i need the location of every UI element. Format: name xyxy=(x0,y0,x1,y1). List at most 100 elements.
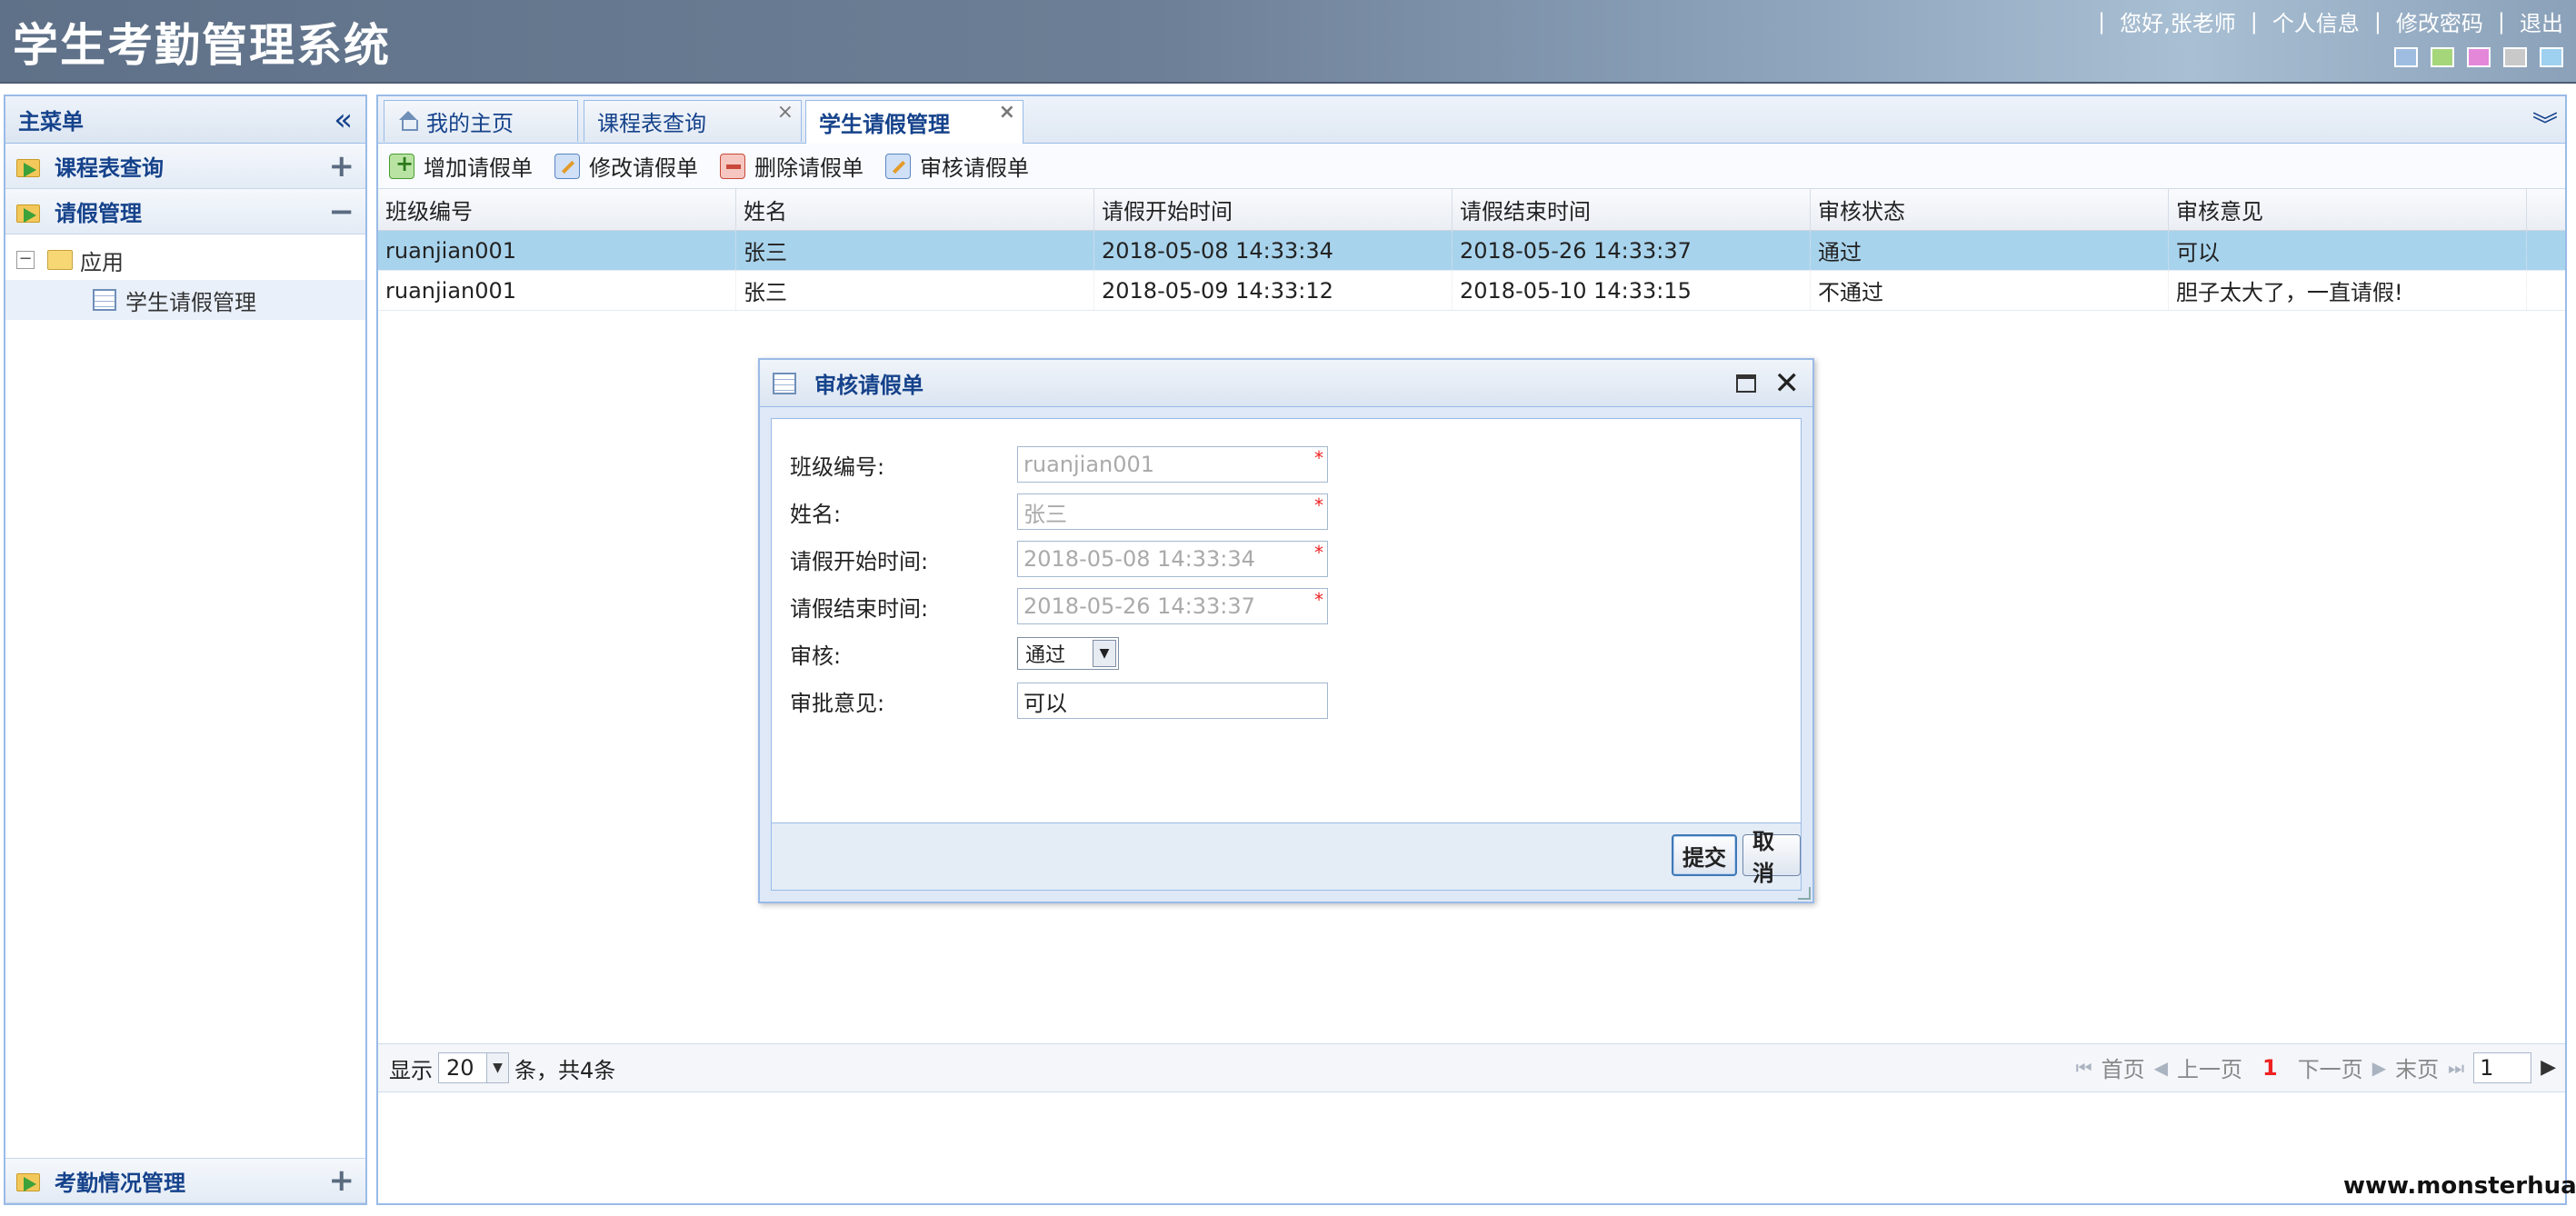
form-row-name: 姓名: 张三 * xyxy=(790,493,1328,530)
close-icon[interactable]: × xyxy=(999,101,1015,124)
page-size-value: 20 xyxy=(446,1055,474,1081)
chevron-down-icon: ▼ xyxy=(486,1053,508,1082)
edit-icon xyxy=(554,153,580,179)
form-row-opinion: 审批意见: 可以 xyxy=(790,683,1328,719)
last-page-icon: ⏭ xyxy=(2448,1056,2465,1079)
table-row[interactable]: ruanjian001 张三 2018-05-09 14:33:12 2018-… xyxy=(378,271,2565,311)
tree-node-app[interactable]: − 应用 xyxy=(5,240,365,280)
class-id-field[interactable]: ruanjian001 * xyxy=(1017,446,1328,483)
field-value: 2018-05-08 14:33:34 xyxy=(1023,546,1255,572)
collapse-minus-icon[interactable]: − xyxy=(329,196,355,227)
sidebar-section-schedule[interactable]: 课程表查询 + xyxy=(5,144,365,189)
grid-icon xyxy=(93,289,116,311)
required-mark: * xyxy=(1314,494,1323,516)
separator: | xyxy=(2097,8,2106,35)
grid-icon xyxy=(773,372,796,394)
column-header[interactable]: 审核意见 xyxy=(2169,189,2527,230)
review-leave-label: 审核请假单 xyxy=(920,155,1029,181)
sidebar-section-attendance[interactable]: 考勤情况管理 + xyxy=(5,1158,365,1203)
menu-tree: − 应用 学生请假管理 xyxy=(5,234,365,325)
go-arrow-icon[interactable]: ▶ xyxy=(2541,1056,2556,1079)
field-value: 张三 xyxy=(1023,501,1067,527)
delete-icon xyxy=(720,153,745,179)
theme-pink-swatch[interactable] xyxy=(2467,47,2491,67)
cancel-button[interactable]: 取消 xyxy=(1742,829,1801,886)
page-size-select[interactable]: 20 ▼ xyxy=(438,1052,509,1083)
tree-node-student-leave[interactable]: 学生请假管理 xyxy=(5,280,365,320)
column-header[interactable]: 姓名 xyxy=(736,189,1094,230)
sidebar-section-leave[interactable]: 请假管理 − xyxy=(5,189,365,234)
watermark: www.monsterhua.com xyxy=(2343,1172,2576,1200)
review-leave-button[interactable]: 审核请假单 xyxy=(885,150,1029,182)
last-page-button[interactable]: 末页 xyxy=(2395,1052,2439,1083)
opinion-input[interactable]: 可以 xyxy=(1017,683,1328,719)
review-status-select[interactable]: 通过 ▼ xyxy=(1017,637,1119,670)
field-value: ruanjian001 xyxy=(1023,452,1155,477)
edit-leave-button[interactable]: 修改请假单 xyxy=(554,150,698,182)
collapse-left-icon[interactable]: « xyxy=(334,105,353,135)
theme-green-swatch[interactable] xyxy=(2431,47,2454,67)
field-label: 审批意见: xyxy=(790,690,885,716)
table-row[interactable]: ruanjian001 张三 2018-05-08 14:33:34 2018-… xyxy=(378,231,2565,271)
logout-link[interactable]: 退出 xyxy=(2520,5,2563,37)
page-number-input[interactable]: 1 xyxy=(2473,1052,2532,1083)
start-time-field[interactable]: 2018-05-08 14:33:34 * xyxy=(1017,541,1328,577)
table-cell: 2018-05-10 14:33:15 xyxy=(1453,271,1811,310)
submit-button[interactable]: 提交 xyxy=(1672,834,1737,876)
tree-collapse-icon[interactable]: − xyxy=(16,251,35,269)
table-cell: 胆子太大了，一直请假! xyxy=(2169,271,2527,310)
separator: | xyxy=(2497,8,2505,35)
table-cell: 通过 xyxy=(1811,231,2169,270)
theme-light-blue-swatch[interactable] xyxy=(2540,47,2563,67)
student-name-field[interactable]: 张三 * xyxy=(1017,493,1328,530)
required-mark: * xyxy=(1314,542,1323,563)
theme-gray-swatch[interactable] xyxy=(2503,47,2527,67)
profile-link[interactable]: 个人信息 xyxy=(2272,5,2360,37)
delete-leave-button[interactable]: 删除请假单 xyxy=(720,150,864,182)
app-title: 学生考勤管理系统 xyxy=(13,19,391,72)
greeting-text: 您好,张老师 xyxy=(2120,11,2236,36)
dialog-title: 审核请假单 xyxy=(814,373,924,398)
column-header[interactable]: 审核状态 xyxy=(1811,189,2169,230)
review-dialog: 审核请假单 ✕ 班级编号: ruanjian001 * 姓名: 张三 * 请假开… xyxy=(758,358,1814,903)
form-row-class-id: 班级编号: ruanjian001 * xyxy=(790,446,1328,483)
table-cell: 2018-05-26 14:33:37 xyxy=(1453,231,1811,270)
field-label: 请假结束时间: xyxy=(790,595,929,622)
resize-handle-icon[interactable] xyxy=(1798,887,1811,900)
change-password-link[interactable]: 修改密码 xyxy=(2396,5,2483,37)
prev-page-button[interactable]: 上一页 xyxy=(2177,1052,2242,1083)
add-icon xyxy=(389,151,414,179)
first-page-button[interactable]: 首页 xyxy=(2102,1052,2145,1083)
separator: | xyxy=(2373,8,2381,35)
maximize-icon[interactable] xyxy=(1735,374,1756,393)
current-page: 1 xyxy=(2261,1054,2278,1081)
expand-plus-icon[interactable]: + xyxy=(329,1165,355,1196)
review-icon xyxy=(885,153,911,179)
end-time-field[interactable]: 2018-05-26 14:33:37 * xyxy=(1017,588,1328,624)
close-icon[interactable]: × xyxy=(777,101,794,124)
top-links: | 您好,张老师 | 个人信息 | 修改密码 | 退出 xyxy=(2083,5,2563,37)
form-row-start-time: 请假开始时间: 2018-05-08 14:33:34 * xyxy=(790,541,1328,577)
tree-node-label: 学生请假管理 xyxy=(125,289,256,315)
tab-schedule[interactable]: 课程表查询 × xyxy=(584,100,802,142)
tree-node-label: 应用 xyxy=(80,249,124,275)
tab-home[interactable]: 我的主页 xyxy=(384,100,578,142)
table-cell: 不通过 xyxy=(1811,271,2169,310)
column-header[interactable]: 请假开始时间 xyxy=(1094,189,1453,230)
dialog-form: 班级编号: ruanjian001 * 姓名: 张三 * 请假开始时间: 201… xyxy=(771,418,1802,823)
tab-student-leave[interactable]: 学生请假管理 × xyxy=(805,100,1023,144)
table-cell: 2018-05-08 14:33:34 xyxy=(1094,231,1453,270)
theme-blue-swatch[interactable] xyxy=(2394,47,2418,67)
expand-plus-icon[interactable]: + xyxy=(329,151,355,182)
tab-label: 课程表查询 xyxy=(597,111,706,136)
sidebar-header: 主菜单 « xyxy=(5,96,365,144)
next-page-button[interactable]: 下一页 xyxy=(2298,1052,2363,1083)
table-cell: 可以 xyxy=(2169,231,2527,270)
close-icon[interactable]: ✕ xyxy=(1774,368,1801,399)
dialog-header[interactable]: 审核请假单 ✕ xyxy=(760,360,1812,407)
column-header[interactable]: 请假结束时间 xyxy=(1453,189,1811,230)
add-leave-button[interactable]: 增加请假单 xyxy=(389,150,533,182)
app-header: 学生考勤管理系统 | 您好,张老师 | 个人信息 | 修改密码 | 退出 xyxy=(0,0,2576,84)
column-header[interactable]: 班级编号 xyxy=(378,189,736,230)
tab-dropdown-icon[interactable]: ︾ xyxy=(2532,105,2558,142)
